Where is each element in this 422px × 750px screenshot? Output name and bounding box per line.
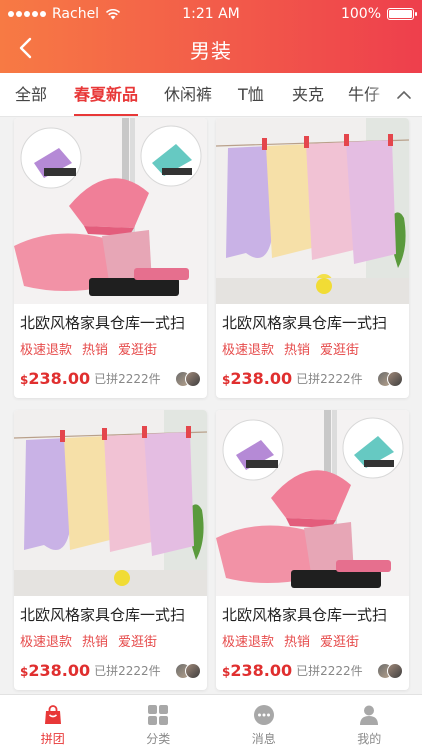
person-icon [360,705,379,725]
product-image-towels [14,410,207,596]
status-right: 100% [340,6,417,22]
chevron-up-icon [397,90,411,99]
tab-label: 春夏新品 [74,85,139,104]
product-tags: 极速退款 热销 爱逛街 [216,625,409,650]
product-grid: 北欧风格家具仓库一式扫 极速退款 热销 爱逛街 $238.00 已拼2222件 [0,118,422,694]
avatar [387,370,403,387]
sold-count: 已拼2222件 [94,372,161,386]
product-meta: $238.00 已拼2222件 [14,650,207,690]
product-tags: 极速退款 热销 爱逛街 [14,625,207,650]
product-image-broom [14,118,207,304]
product-title: 北欧风格家具仓库一式扫 [222,606,388,624]
tab-denim[interactable]: 牛仔 [348,73,381,116]
product-price: $238.00 [20,369,91,388]
tab-label: T恤 [238,85,264,104]
avatar [185,370,201,387]
product-tag: 热销 [284,635,311,650]
battery-percent: 100% [340,6,381,22]
product-tag: 热销 [284,343,311,358]
product-tag: 极速退款 [222,635,275,650]
product-title: 北欧风格家具仓库一式扫 [20,314,186,332]
bottom-tab-bar: 拼团 分类 消息 我的 [0,694,422,750]
category-tabs: 全部 春夏新品 休闲裤 T恤 夹克 牛仔 [0,73,422,117]
grid-icon [148,705,169,725]
product-card[interactable]: 北欧风格家具仓库一式扫 极速退款 热销 爱逛街 $238.00 已拼2222件 [14,118,207,398]
avatar [387,662,403,679]
product-tags: 极速退款 热销 爱逛街 [216,333,409,358]
product-card[interactable]: 北欧风格家具仓库一式扫 极速退款 热销 爱逛街 $238.00 已拼2222件 [216,118,409,398]
avatar [185,662,201,679]
tab-tshirt[interactable]: T恤 [238,73,264,116]
product-tag: 爱逛街 [320,635,360,650]
tab-label: 休闲裤 [164,85,213,104]
buyer-avatars [377,662,403,679]
tab-label: 夹克 [292,85,325,104]
product-tag: 热销 [82,635,109,650]
product-price: $238.00 [20,661,91,680]
product-tag: 爱逛街 [320,343,360,358]
product-title: 北欧风格家具仓库一式扫 [20,606,186,624]
app-header: Rachel 1:21 AM 100% 男装 [0,0,422,73]
product-tag: 热销 [82,343,109,358]
buyer-avatars [377,370,403,387]
product-price: $238.00 [222,661,293,680]
product-meta: $238.00 已拼2222件 [14,358,207,398]
shopping-bag-icon [44,705,61,724]
product-tag: 爱逛街 [118,635,158,650]
product-tags: 极速退款 热销 爱逛街 [14,333,207,358]
sold-count: 已拼2222件 [94,664,161,678]
product-image-broom [216,410,409,596]
tab-label: 全部 [15,85,48,104]
product-card[interactable]: 北欧风格家具仓库一式扫 极速退款 热销 爱逛街 $238.00 已拼2222件 [14,410,207,690]
tab-label: 牛仔 [348,85,381,104]
page-title: 男装 [190,39,232,63]
status-bar: Rachel 1:21 AM 100% [0,0,422,28]
tab-casual-pants[interactable]: 休闲裤 [164,73,213,116]
tabbar-label: 分类 [146,732,171,746]
tab-spring-summer-new[interactable]: 春夏新品 [74,73,139,116]
tabbar-label: 我的 [357,732,382,746]
tabbar-label: 消息 [251,732,276,746]
tab-jacket[interactable]: 夹克 [292,73,325,116]
product-price: $238.00 [222,369,293,388]
tabs-expand-button[interactable] [386,73,422,116]
product-image-towels [216,118,409,304]
tabbar-item-profile[interactable]: 我的 [317,695,422,750]
buyer-avatars [175,662,201,679]
tab-all[interactable]: 全部 [15,73,48,116]
buyer-avatars [175,370,201,387]
product-tag: 爱逛街 [118,343,158,358]
product-tag: 极速退款 [222,343,275,358]
battery-icon [387,8,417,20]
product-title: 北欧风格家具仓库一式扫 [222,314,388,332]
tabbar-item-group-buy[interactable]: 拼团 [0,695,106,750]
sold-count: 已拼2222件 [296,372,363,386]
tabbar-label: 拼团 [40,732,65,746]
tabbar-item-category[interactable]: 分类 [106,695,212,750]
product-meta: $238.00 已拼2222件 [216,358,409,398]
product-card[interactable]: 北欧风格家具仓库一式扫 极速退款 热销 爱逛街 $238.00 已拼2222件 [216,410,409,690]
chat-icon [253,705,274,725]
tabbar-item-messages[interactable]: 消息 [211,695,317,750]
product-tag: 极速退款 [20,343,73,358]
sold-count: 已拼2222件 [296,664,363,678]
product-meta: $238.00 已拼2222件 [216,650,409,690]
product-tag: 极速退款 [20,635,73,650]
